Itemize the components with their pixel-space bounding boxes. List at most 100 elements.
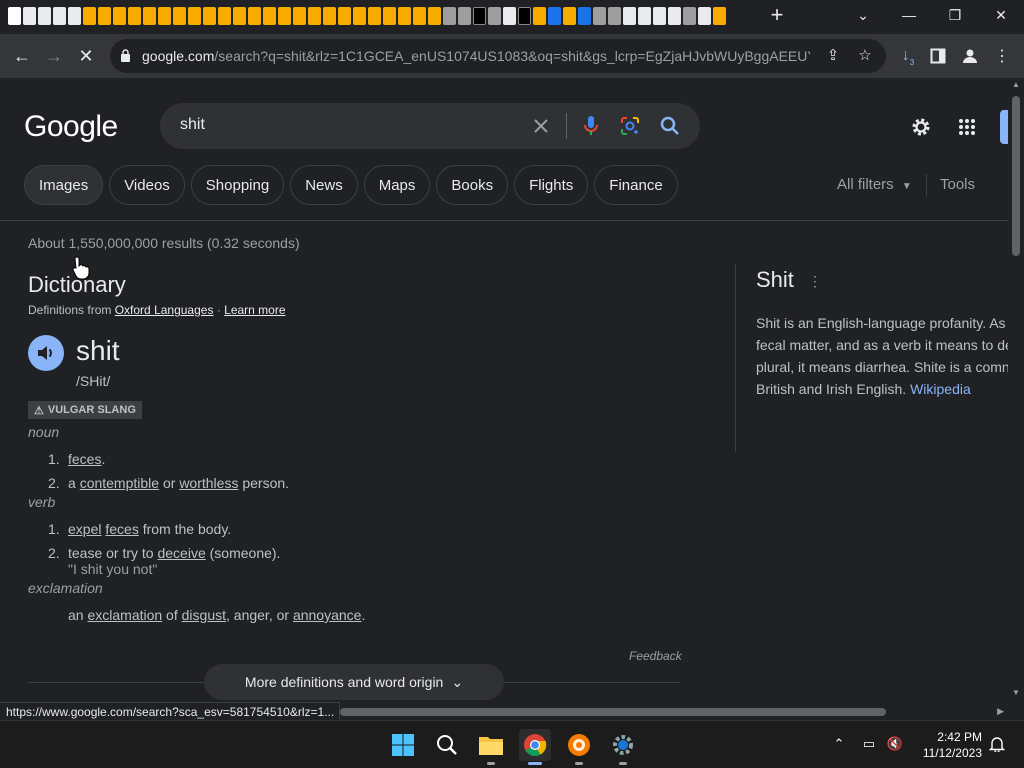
pinned-tab-favicon[interactable] <box>503 7 516 25</box>
pinned-tab-favicon[interactable] <box>578 7 591 25</box>
pinned-tab-favicon[interactable] <box>623 7 636 25</box>
file-explorer-icon[interactable] <box>475 729 507 765</box>
definition-link[interactable]: annoyance <box>293 607 362 623</box>
show-hidden-icons-icon[interactable]: ⌃ <box>828 733 850 755</box>
pinned-tab-favicon[interactable] <box>338 7 351 25</box>
definition-link[interactable]: feces <box>105 521 138 537</box>
app-icon-orange[interactable] <box>563 729 595 765</box>
pinned-tab-favicon[interactable] <box>653 7 666 25</box>
definition-link[interactable]: exclamation <box>87 607 162 623</box>
definition-link[interactable]: worthless <box>179 475 238 491</box>
pinned-tab-favicon[interactable] <box>83 7 96 25</box>
side-panel-icon[interactable] <box>926 44 950 68</box>
horizontal-scrollbar[interactable]: ▶ <box>340 704 1008 720</box>
pinned-tab-favicon[interactable] <box>713 7 726 25</box>
pinned-tab-favicon[interactable] <box>668 7 681 25</box>
scroll-up-icon[interactable]: ▲ <box>1011 80 1021 89</box>
search-icon[interactable] <box>659 115 681 137</box>
definition-link[interactable]: expel <box>68 521 101 537</box>
menu-kebab-icon[interactable]: ⋮ <box>990 44 1014 68</box>
pinned-tab-favicon[interactable] <box>248 7 261 25</box>
pinned-tab-favicon[interactable] <box>563 7 576 25</box>
pinned-tab-favicon[interactable] <box>173 7 186 25</box>
feedback-link[interactable]: Feedback <box>629 649 682 663</box>
pinned-tab-favicon[interactable] <box>383 7 396 25</box>
pinned-tab-favicon[interactable] <box>368 7 381 25</box>
definition-link[interactable]: disgust <box>182 607 226 623</box>
google-lens-icon[interactable] <box>619 115 641 137</box>
pinned-tab-favicon[interactable] <box>353 7 366 25</box>
pinned-tab-favicon[interactable] <box>8 7 21 25</box>
chip-flights[interactable]: Flights <box>514 165 589 205</box>
pinned-tab-favicon[interactable] <box>203 7 216 25</box>
pinned-tab-favicon[interactable] <box>128 7 141 25</box>
pinned-tab-favicon[interactable] <box>38 7 51 25</box>
pinned-tab-favicon[interactable] <box>473 7 486 25</box>
pinned-tab-favicon[interactable] <box>638 7 651 25</box>
system-clock[interactable]: 2:42 PM 11/12/2023 <box>918 729 982 761</box>
pinned-tab-favicon[interactable] <box>683 7 696 25</box>
pinned-tab-favicon[interactable] <box>98 7 111 25</box>
google-apps-icon[interactable] <box>954 114 980 140</box>
sign-in-button[interactable] <box>1000 110 1008 144</box>
pinned-tab-favicon[interactable] <box>293 7 306 25</box>
pinned-tab-favicon[interactable] <box>398 7 411 25</box>
pinned-tab-favicon[interactable] <box>23 7 36 25</box>
google-logo[interactable]: Google <box>24 110 118 144</box>
pinned-tab-favicon[interactable] <box>308 7 321 25</box>
more-definitions-button[interactable]: More definitions and word origin ⌄ <box>204 664 504 700</box>
pinned-tab-favicon[interactable] <box>698 7 711 25</box>
display-icon[interactable]: ▭ <box>858 733 880 755</box>
settings-app-icon[interactable] <box>607 729 639 765</box>
chip-shopping[interactable]: Shopping <box>190 165 285 205</box>
close-window-icon[interactable]: ✕ <box>978 0 1024 30</box>
pronunciation-speaker-icon[interactable] <box>28 335 64 371</box>
back-icon[interactable]: ← <box>8 42 36 70</box>
pinned-tab-favicon[interactable] <box>278 7 291 25</box>
pinned-tab-favicon[interactable] <box>548 7 561 25</box>
pinned-tab-favicon[interactable] <box>68 7 81 25</box>
pinned-tab-favicon[interactable] <box>443 7 456 25</box>
minimize-icon[interactable]: — <box>886 0 932 30</box>
stop-loading-icon[interactable]: ✕ <box>72 42 100 70</box>
settings-gear-icon[interactable] <box>908 114 934 140</box>
clear-icon[interactable] <box>530 115 552 137</box>
pinned-tab-favicon[interactable] <box>608 7 621 25</box>
url-text[interactable]: google.com/search?q=shit&rlz=1C1GCEA_enU… <box>142 48 810 64</box>
pinned-tab-favicon[interactable] <box>488 7 501 25</box>
search-input[interactable]: shit <box>180 116 205 134</box>
pinned-tab-favicon[interactable] <box>218 7 231 25</box>
pinned-tab-favicon[interactable] <box>158 7 171 25</box>
pinned-tab-favicon[interactable] <box>458 7 471 25</box>
chip-videos[interactable]: Videos <box>109 165 185 205</box>
chrome-taskbar-icon[interactable] <box>519 729 551 765</box>
definition-link[interactable]: contemptible <box>80 475 159 491</box>
chip-maps[interactable]: Maps <box>363 165 431 205</box>
scroll-down-icon[interactable]: ▼ <box>1011 688 1021 697</box>
scroll-right-icon[interactable]: ▶ <box>997 706 1004 717</box>
share-icon[interactable]: ⇪ <box>822 46 844 68</box>
notifications-bell-icon[interactable] <box>986 733 1008 755</box>
pinned-tab-favicon[interactable] <box>53 7 66 25</box>
pinned-tab-favicon[interactable] <box>323 7 336 25</box>
scroll-thumb[interactable] <box>1012 96 1020 256</box>
more-options-icon[interactable]: ⋮ <box>808 273 822 290</box>
forward-icon[interactable]: → <box>40 42 68 70</box>
downloads-icon[interactable]: ↓ 3 <box>896 44 920 68</box>
pinned-tab-favicon[interactable] <box>113 7 126 25</box>
definition-link[interactable]: deceive <box>157 545 205 561</box>
taskbar-search-icon[interactable] <box>431 729 463 761</box>
pinned-tab-favicon[interactable] <box>593 7 606 25</box>
address-bar[interactable]: google.com/search?q=shit&rlz=1C1GCEA_enU… <box>110 39 886 73</box>
volume-muted-icon[interactable]: 🔇 <box>884 733 906 755</box>
pinned-tab-favicon[interactable] <box>263 7 276 25</box>
restore-icon[interactable]: ❐ <box>932 0 978 30</box>
pinned-tab-favicon[interactable] <box>413 7 426 25</box>
pinned-tab-favicon[interactable] <box>533 7 546 25</box>
oxford-languages-link[interactable]: Oxford Languages <box>115 303 214 317</box>
vertical-scrollbar[interactable]: ▲ ▼ <box>1008 78 1024 702</box>
chip-finance[interactable]: Finance <box>594 165 678 205</box>
bookmark-star-icon[interactable]: ☆ <box>854 46 876 68</box>
learn-more-link[interactable]: Learn more <box>224 303 285 317</box>
chip-news[interactable]: News <box>290 165 358 205</box>
